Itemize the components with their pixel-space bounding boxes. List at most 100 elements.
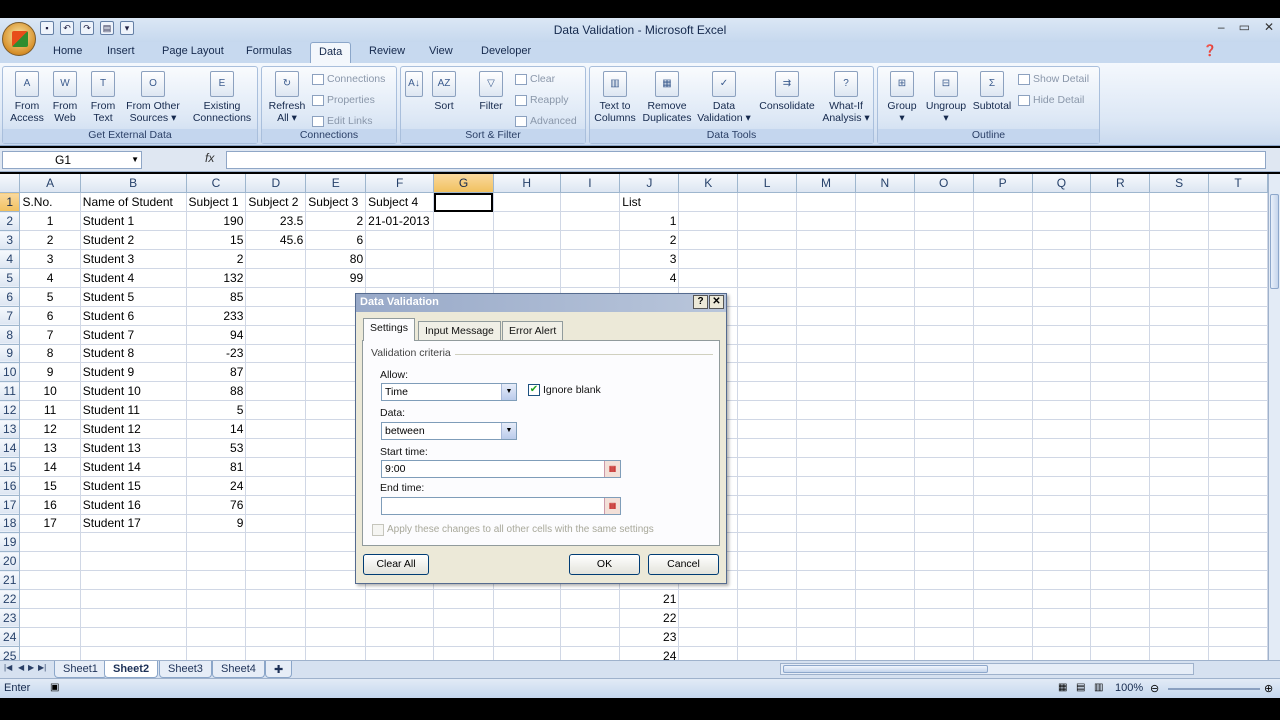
cell[interactable] — [973, 627, 1033, 647]
cell[interactable] — [796, 514, 856, 534]
consolidate-button[interactable]: ⇉ Consolidate — [756, 71, 818, 112]
cell[interactable] — [737, 325, 798, 345]
cell[interactable] — [914, 457, 974, 477]
column-header[interactable]: R — [1090, 174, 1151, 194]
cell[interactable] — [1090, 608, 1151, 628]
cell[interactable]: Student 17 — [80, 514, 187, 534]
cell[interactable] — [914, 344, 974, 364]
cell[interactable] — [560, 589, 621, 609]
cell[interactable] — [245, 287, 307, 307]
cell[interactable] — [973, 400, 1033, 421]
cell[interactable] — [560, 627, 621, 647]
hscroll-thumb[interactable] — [783, 665, 988, 673]
cell[interactable] — [1032, 457, 1092, 477]
cell[interactable]: 2 — [186, 249, 247, 269]
remove-duplicates-button[interactable]: ▦ Remove Duplicates — [642, 71, 692, 124]
cell[interactable] — [914, 362, 974, 383]
cell[interactable] — [1090, 419, 1151, 439]
cell[interactable] — [1208, 287, 1268, 307]
cell[interactable] — [560, 249, 621, 269]
cell[interactable] — [914, 268, 974, 288]
cell[interactable] — [973, 646, 1033, 660]
chevron-down-icon[interactable]: ▼ — [501, 384, 516, 400]
sheet-tab-sheet2[interactable]: Sheet2 — [104, 661, 159, 678]
cell[interactable] — [245, 457, 307, 477]
cell[interactable] — [245, 532, 307, 553]
cell[interactable]: 15 — [186, 230, 247, 251]
cell[interactable] — [796, 400, 856, 421]
cell[interactable] — [493, 192, 561, 213]
cell[interactable] — [1032, 589, 1092, 609]
start-time-input[interactable]: 9:00 ▦ — [381, 460, 621, 478]
cell[interactable] — [678, 268, 739, 288]
cell[interactable] — [914, 287, 974, 307]
cell[interactable] — [1090, 495, 1151, 515]
cell[interactable] — [1149, 532, 1210, 553]
cell[interactable]: 15 — [19, 476, 81, 496]
cell[interactable] — [796, 419, 856, 439]
cell[interactable] — [973, 192, 1033, 213]
cell[interactable] — [245, 514, 307, 534]
tab-settings[interactable]: Settings — [363, 318, 415, 341]
tab-formulas[interactable]: Formulas — [246, 45, 292, 57]
cell[interactable] — [1208, 325, 1268, 345]
cell[interactable] — [855, 495, 915, 515]
tab-developer[interactable]: Developer — [481, 45, 531, 57]
tab-insert[interactable]: Insert — [107, 45, 135, 57]
cell[interactable]: 23.5 — [245, 211, 307, 232]
cell[interactable] — [855, 419, 915, 439]
cell[interactable]: 8 — [19, 344, 81, 364]
collapse-dialog-icon[interactable]: ▦ — [604, 498, 620, 514]
cell[interactable] — [855, 381, 915, 402]
cell[interactable] — [973, 438, 1033, 458]
cell[interactable] — [1032, 230, 1092, 251]
cell[interactable] — [1090, 230, 1151, 251]
cell[interactable] — [365, 646, 435, 660]
cell[interactable]: 22 — [619, 608, 680, 628]
column-header[interactable]: H — [493, 174, 561, 194]
cell[interactable] — [245, 381, 307, 402]
cancel-button[interactable]: Cancel — [648, 554, 719, 575]
apply-all-checkbox[interactable] — [372, 524, 384, 536]
cell[interactable] — [914, 608, 974, 628]
column-header[interactable]: D — [245, 174, 307, 194]
cell[interactable] — [433, 627, 494, 647]
row-header[interactable]: 17 — [0, 495, 21, 515]
from-web-button[interactable]: W From Web — [45, 71, 85, 124]
cell[interactable] — [737, 287, 798, 307]
cell[interactable] — [973, 551, 1033, 572]
cell[interactable] — [1149, 608, 1210, 628]
cell[interactable] — [245, 495, 307, 515]
cell[interactable] — [914, 438, 974, 458]
cell[interactable] — [1149, 211, 1210, 232]
subtotal-button[interactable]: Σ Subtotal — [970, 71, 1014, 112]
cell[interactable] — [737, 438, 798, 458]
cell[interactable] — [1090, 627, 1151, 647]
page-break-view-icon[interactable]: ▥ — [1094, 682, 1103, 693]
cell[interactable] — [737, 268, 798, 288]
cell[interactable]: 81 — [186, 457, 247, 477]
cell[interactable] — [796, 589, 856, 609]
cell[interactable] — [1090, 646, 1151, 660]
cell[interactable] — [1149, 268, 1210, 288]
cell[interactable]: Student 14 — [80, 457, 187, 477]
cell[interactable] — [1208, 400, 1268, 421]
cell[interactable] — [1032, 362, 1092, 383]
cell[interactable] — [560, 192, 621, 213]
cell[interactable] — [1149, 514, 1210, 534]
cell[interactable] — [737, 211, 798, 232]
cell[interactable] — [796, 362, 856, 383]
cell[interactable]: 76 — [186, 495, 247, 515]
cell[interactable]: 80 — [305, 249, 367, 269]
cell[interactable]: Name of Student — [80, 192, 187, 213]
cell[interactable] — [19, 646, 81, 660]
cell[interactable] — [796, 268, 856, 288]
cell[interactable] — [493, 646, 561, 660]
cell[interactable] — [796, 495, 856, 515]
cell[interactable]: List — [619, 192, 680, 213]
page-layout-view-icon[interactable]: ▤ — [1076, 682, 1085, 693]
cell[interactable] — [1149, 381, 1210, 402]
cell[interactable] — [1208, 495, 1268, 515]
tab-view[interactable]: View — [429, 45, 453, 57]
cell[interactable] — [737, 249, 798, 269]
